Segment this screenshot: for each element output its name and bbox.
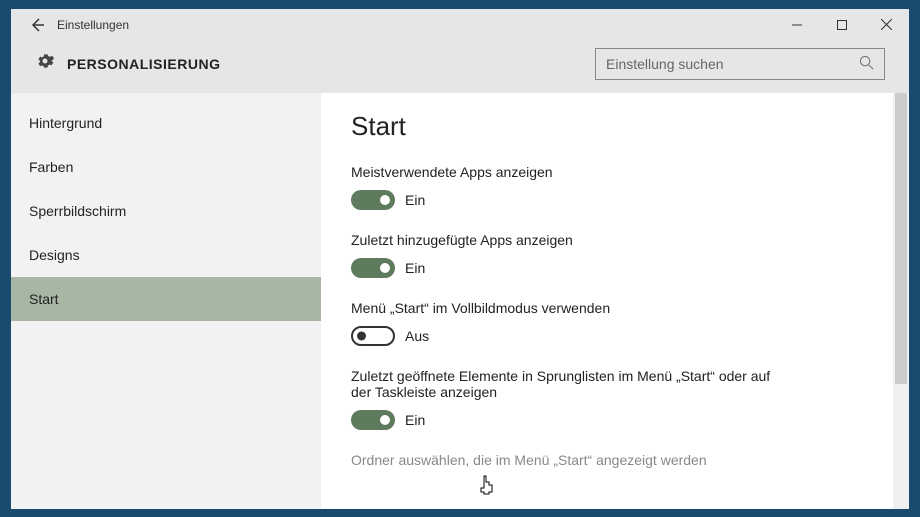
search-icon bbox=[859, 55, 874, 73]
sidebar-item-label: Start bbox=[29, 291, 59, 307]
option-most-used-apps: Meistverwendete Apps anzeigen Ein bbox=[351, 164, 879, 210]
page-title: Start bbox=[351, 111, 879, 142]
sidebar-item-label: Sperrbildschirm bbox=[29, 203, 126, 219]
option-jumplist-recent: Zuletzt geöffnete Elemente in Sprunglist… bbox=[351, 368, 879, 430]
gear-icon bbox=[35, 51, 55, 76]
settings-window: Einstellungen PERSONALISIERUNG Einstellu… bbox=[11, 9, 909, 509]
sidebar-item-label: Designs bbox=[29, 247, 80, 263]
titlebar: Einstellungen bbox=[11, 9, 909, 41]
window-title: Einstellungen bbox=[57, 18, 129, 32]
body: Hintergrund Farben Sperrbildschirm Desig… bbox=[11, 93, 909, 509]
toggle-state: Ein bbox=[405, 192, 425, 208]
sidebar-item-designs[interactable]: Designs bbox=[11, 233, 321, 277]
option-label: Zuletzt geöffnete Elemente in Sprunglist… bbox=[351, 368, 791, 400]
option-label: Menü „Start“ im Vollbildmodus verwenden bbox=[351, 300, 791, 316]
header: PERSONALISIERUNG Einstellung suchen bbox=[11, 41, 909, 93]
sidebar-item-hintergrund[interactable]: Hintergrund bbox=[11, 101, 321, 145]
category-title: PERSONALISIERUNG bbox=[67, 56, 220, 72]
maximize-button[interactable] bbox=[819, 9, 864, 41]
back-button[interactable] bbox=[17, 9, 57, 41]
content-pane: Start Meistverwendete Apps anzeigen Ein … bbox=[321, 93, 909, 509]
search-placeholder: Einstellung suchen bbox=[606, 56, 859, 72]
sidebar-item-farben[interactable]: Farben bbox=[11, 145, 321, 189]
option-label: Zuletzt hinzugefügte Apps anzeigen bbox=[351, 232, 791, 248]
toggle-fullscreen-start[interactable] bbox=[351, 326, 395, 346]
option-fullscreen-start: Menü „Start“ im Vollbildmodus verwenden … bbox=[351, 300, 879, 346]
toggle-most-used-apps[interactable] bbox=[351, 190, 395, 210]
minimize-button[interactable] bbox=[774, 9, 819, 41]
back-arrow-icon bbox=[29, 17, 45, 33]
option-recently-added-apps: Zuletzt hinzugefügte Apps anzeigen Ein bbox=[351, 232, 879, 278]
search-input[interactable]: Einstellung suchen bbox=[595, 48, 885, 80]
scrollbar-thumb[interactable] bbox=[895, 93, 907, 384]
scrollbar[interactable] bbox=[893, 93, 909, 509]
window-controls bbox=[774, 9, 909, 41]
sidebar-item-label: Farben bbox=[29, 159, 73, 175]
option-label: Meistverwendete Apps anzeigen bbox=[351, 164, 791, 180]
toggle-state: Ein bbox=[405, 412, 425, 428]
toggle-recently-added-apps[interactable] bbox=[351, 258, 395, 278]
toggle-state: Ein bbox=[405, 260, 425, 276]
close-button[interactable] bbox=[864, 9, 909, 41]
sidebar: Hintergrund Farben Sperrbildschirm Desig… bbox=[11, 93, 321, 509]
sidebar-item-sperrbildschirm[interactable]: Sperrbildschirm bbox=[11, 189, 321, 233]
choose-folders-link[interactable]: Ordner auswählen, die im Menü „Start“ an… bbox=[351, 452, 879, 468]
toggle-jumplist-recent[interactable] bbox=[351, 410, 395, 430]
sidebar-item-label: Hintergrund bbox=[29, 115, 102, 131]
sidebar-item-start[interactable]: Start bbox=[11, 277, 321, 321]
toggle-state: Aus bbox=[405, 328, 429, 344]
